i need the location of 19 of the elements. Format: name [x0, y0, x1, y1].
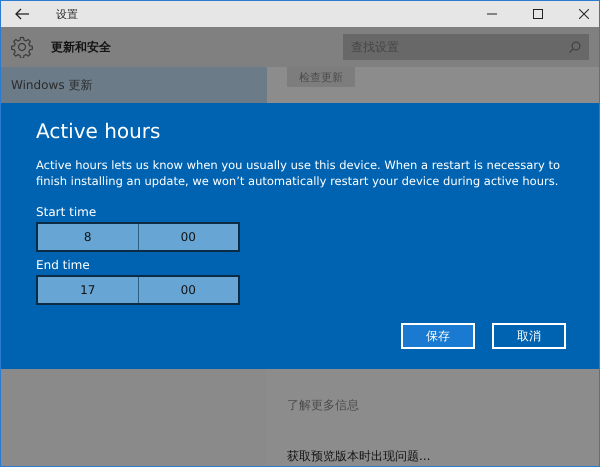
back-icon[interactable]	[15, 8, 29, 20]
preview-issue-link[interactable]: 获取预览版本时出现问题...	[287, 448, 430, 465]
time-label: End time	[36, 258, 91, 272]
time-label: Start time	[36, 205, 98, 219]
maximize-icon[interactable]	[533, 9, 543, 19]
dialog-description: Active hours lets us know when you usually use this device. When a restart is necessary to finish installing an update, we won’t automatically restart your device during active hours.	[36, 157, 561, 189]
gear-icon	[11, 36, 33, 58]
window-title: 设置	[56, 6, 78, 22]
close-icon[interactable]	[579, 9, 589, 19]
minute-value[interactable]: 00	[138, 277, 238, 303]
time-picker[interactable]: 17 00	[36, 275, 240, 305]
hour-value[interactable]: 8	[38, 224, 138, 250]
cancel-button[interactable]: 取消	[492, 323, 566, 349]
time-picker[interactable]: 8 00	[36, 222, 240, 252]
minute-value[interactable]: 00	[138, 224, 238, 250]
save-button[interactable]: 保存	[401, 323, 475, 349]
dialog-title: Active hours	[36, 119, 162, 143]
page-title: 更新和安全	[51, 38, 111, 56]
hour-value[interactable]: 17	[38, 277, 138, 303]
